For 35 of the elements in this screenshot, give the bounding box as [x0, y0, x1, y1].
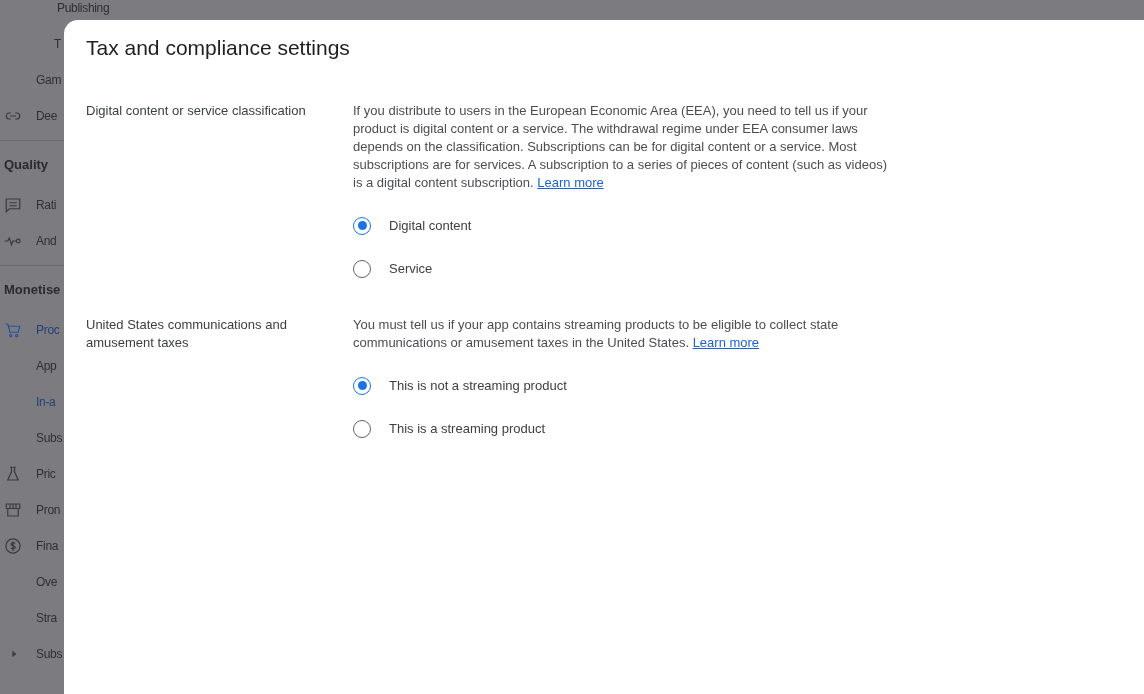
nav-item[interactable]: Subs: [36, 647, 63, 661]
learn-more-link[interactable]: Learn more: [692, 335, 760, 350]
nav-item[interactable]: Dee: [36, 109, 58, 123]
nav-item[interactable]: Ove: [36, 575, 58, 589]
section-heading: Monetise: [4, 281, 61, 297]
nav-item[interactable]: Fina: [36, 539, 59, 553]
nav-item[interactable]: Proc: [36, 323, 60, 337]
learn-more-link[interactable]: Learn more: [537, 175, 604, 190]
radio-option[interactable]: Digital content: [353, 204, 472, 247]
radio-option[interactable]: This is a streaming product: [353, 407, 546, 450]
store-icon: [4, 501, 22, 519]
nav-item[interactable]: Rati: [36, 198, 57, 212]
setting-description: If you distribute to users in the European Economic Area (EEA), you need to tell us if your product is digital content or a service. The withdrawal regime under EEA consumer laws depends on the classification. Subscriptions can be for digital content or a service. Most subscriptions are for services. A subscription to a series of pieces of content (such as videos) is a digital content subscription. Learn more: [353, 102, 888, 192]
radio-option[interactable]: This is not a streaming product: [353, 364, 567, 407]
nav-item[interactable]: Pric: [36, 467, 56, 481]
radio-option[interactable]: Service: [353, 247, 433, 290]
flask-icon: [4, 465, 22, 483]
dialog-title: Tax and compliance settings: [86, 36, 351, 60]
cart-icon: [4, 321, 22, 339]
expand-arrow-icon[interactable]: [10, 650, 18, 658]
nav-item[interactable]: Pron: [36, 503, 61, 517]
comment-icon: [4, 196, 22, 214]
nav-item[interactable]: Publishing: [57, 1, 110, 15]
nav-item[interactable]: Stra: [36, 611, 57, 625]
nav-item[interactable]: In-a: [36, 395, 56, 409]
nav-item[interactable]: Subs: [36, 431, 63, 445]
setting-label: Digital content or service classification: [86, 102, 307, 120]
setting-description: You must tell us if your app contains streaming products to be eligible to collect state communications or amusement taxes in the United States. Learn more: [353, 316, 840, 352]
dollar-icon: [4, 537, 22, 555]
setting-label: United States communications and amusement taxes: [86, 316, 288, 352]
nav-item[interactable]: T: [54, 37, 62, 51]
nav-item[interactable]: Gam: [36, 73, 62, 87]
nav-item[interactable]: App: [36, 359, 57, 373]
section-heading: Quality: [4, 156, 49, 172]
nav-item[interactable]: And: [36, 234, 57, 248]
